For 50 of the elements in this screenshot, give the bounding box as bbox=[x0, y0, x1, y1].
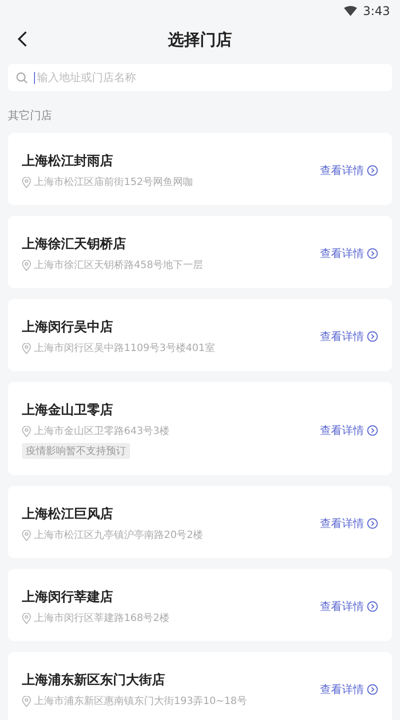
store-address: 上海市松江区庙前街152号网鱼网咖 bbox=[34, 176, 194, 189]
search-input[interactable]: 输入地址或门店名称 bbox=[34, 72, 384, 84]
store-card[interactable]: 上海松江巨风店 上海市松江区九亭镇沪亭南路20号2楼 查看详情 bbox=[8, 486, 392, 558]
store-name: 上海徐汇天钥桥店 bbox=[22, 236, 127, 253]
store-name: 上海金山卫零店 bbox=[22, 402, 114, 419]
store-address: 上海市浦东新区惠南镇东门大街193弄10~18号 bbox=[34, 694, 247, 708]
location-pin-icon bbox=[22, 342, 31, 354]
details-link[interactable]: 查看详情 bbox=[320, 682, 378, 697]
details-link[interactable]: 查看详情 bbox=[320, 246, 378, 261]
store-address: 上海市松江区九亭镇沪亭南路20号2楼 bbox=[34, 528, 204, 542]
chevron-circle-icon bbox=[367, 601, 378, 612]
details-link[interactable]: 查看详情 bbox=[320, 163, 378, 178]
chevron-circle-icon bbox=[367, 331, 378, 342]
store-card[interactable]: 上海浦东新区东门大街店 上海市浦东新区惠南镇东门大街193弄10~18号 查看详情 bbox=[8, 652, 392, 720]
details-link[interactable]: 查看详情 bbox=[320, 599, 378, 614]
status-time: 3:43 bbox=[363, 4, 390, 18]
location-pin-icon bbox=[22, 176, 31, 188]
store-address: 上海市徐汇区天钥桥路458号地下一层 bbox=[34, 258, 204, 272]
chevron-circle-icon bbox=[367, 424, 378, 436]
store-name: 上海闵行莘建店 bbox=[22, 588, 114, 606]
store-name: 上海闵行吴中店 bbox=[22, 318, 114, 336]
location-pin-icon bbox=[22, 696, 31, 706]
location-pin-icon bbox=[22, 260, 31, 270]
details-link[interactable]: 查看详情 bbox=[320, 422, 378, 438]
store-name: 上海松江巨风店 bbox=[22, 506, 114, 523]
store-card[interactable]: 上海金山卫零店 上海市金山区卫零路643号3楼 疫情影响暂不支持预订 查看详情 bbox=[8, 382, 392, 475]
details-link[interactable]: 查看详情 bbox=[320, 329, 378, 344]
details-link[interactable]: 查看详情 bbox=[320, 516, 378, 531]
location-pin-icon bbox=[22, 530, 31, 540]
chevron-circle-icon bbox=[367, 684, 378, 695]
store-name: 上海浦东新区东门大街店 bbox=[22, 672, 166, 689]
search-field[interactable]: 输入地址或门店名称 bbox=[8, 64, 392, 91]
location-pin-icon bbox=[22, 612, 31, 624]
store-card[interactable]: 上海松江封雨店 上海市松江区庙前街152号网鱼网咖 查看详情 bbox=[8, 133, 392, 205]
section-label: 其它门店 bbox=[8, 108, 53, 123]
store-card[interactable]: 上海闵行莘建店 上海市闵行区莘建路168号2楼 查看详情 bbox=[8, 569, 392, 641]
store-address: 上海市闵行区吴中路1109号3号楼401室 bbox=[34, 342, 215, 355]
location-pin-icon bbox=[22, 426, 31, 436]
wifi-icon bbox=[344, 6, 358, 16]
chevron-circle-icon bbox=[367, 248, 378, 259]
page-title: 选择门店 bbox=[168, 30, 232, 50]
store-card[interactable]: 上海闵行吴中店 上海市闵行区吴中路1109号3号楼401室 查看详情 bbox=[8, 299, 392, 371]
chevron-circle-icon bbox=[367, 165, 378, 176]
notice-tag: 疫情影响暂不支持预订 bbox=[22, 443, 130, 459]
search-icon bbox=[16, 72, 28, 84]
store-address: 上海市金山区卫零路643号3楼 bbox=[34, 424, 170, 438]
store-card[interactable]: 上海徐汇天钥桥店 上海市徐汇区天钥桥路458号地下一层 查看详情 bbox=[8, 216, 392, 288]
store-name: 上海松江封雨店 bbox=[22, 152, 114, 170]
store-address: 上海市闵行区莘建路168号2楼 bbox=[34, 612, 170, 625]
chevron-circle-icon bbox=[367, 518, 378, 529]
